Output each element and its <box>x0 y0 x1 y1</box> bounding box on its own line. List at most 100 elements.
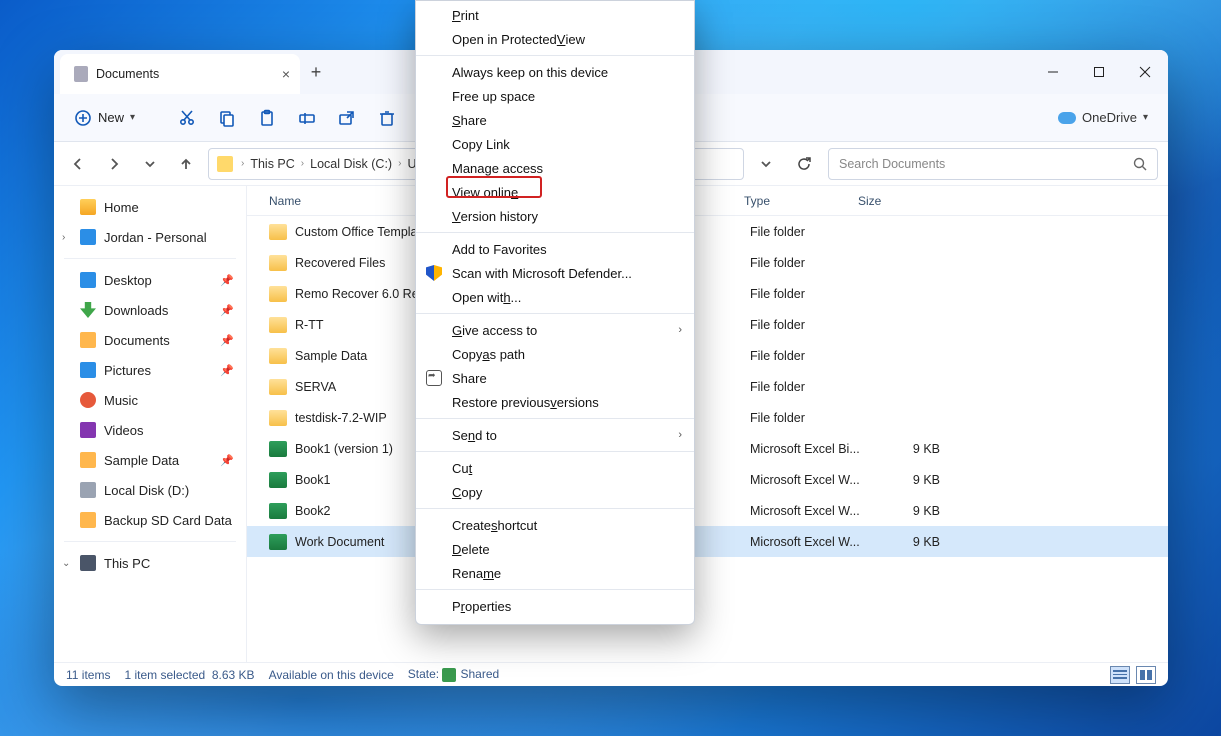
ctx-manage-access[interactable]: Manage access <box>416 156 694 180</box>
sidebar-sample-data[interactable]: Sample Data📌 <box>58 445 242 475</box>
new-tab-button[interactable]: + <box>300 50 332 94</box>
ctx-copy-path[interactable]: Copy as path <box>416 342 694 366</box>
shared-icon <box>442 668 456 682</box>
new-label: New <box>98 110 124 125</box>
ctx-send-to[interactable]: Send to› <box>416 423 694 447</box>
ctx-cut[interactable]: Cut <box>416 456 694 480</box>
sidebar-documents[interactable]: Documents📌 <box>58 325 242 355</box>
onedrive-button[interactable]: OneDrive ▾ <box>1050 110 1156 125</box>
forward-button[interactable] <box>100 150 128 178</box>
file-row[interactable]: Custom Office TemplatesFile folder <box>247 216 1168 247</box>
address-dropdown[interactable] <box>752 150 780 178</box>
document-icon <box>74 66 88 82</box>
minimize-button[interactable] <box>1030 50 1076 94</box>
status-available: Available on this device <box>269 668 394 682</box>
back-button[interactable] <box>64 150 92 178</box>
file-list[interactable]: Custom Office TemplatesFile folderRecove… <box>247 216 1168 662</box>
thumbnails-view-button[interactable] <box>1136 666 1156 684</box>
search-box[interactable]: Search Documents <box>828 148 1158 180</box>
divider <box>416 508 694 509</box>
copy-button[interactable] <box>209 102 245 134</box>
ctx-share2[interactable]: Share <box>416 366 694 390</box>
cut-button[interactable] <box>169 102 205 134</box>
delete-button[interactable] <box>369 102 405 134</box>
divider <box>416 55 694 56</box>
close-window-button[interactable] <box>1122 50 1168 94</box>
sidebar-backup[interactable]: Backup SD Card Data <box>58 505 242 535</box>
tab-close-button[interactable]: × <box>282 66 290 82</box>
ctx-restore-versions[interactable]: Restore previous versions <box>416 390 694 414</box>
col-type[interactable]: Type <box>744 194 858 208</box>
share-button[interactable] <box>329 102 365 134</box>
videos-icon <box>80 422 96 438</box>
ctx-copy[interactable]: Copy <box>416 480 694 504</box>
file-type: File folder <box>750 287 864 301</box>
sidebar-thispc[interactable]: ⌄This PC <box>58 548 242 578</box>
refresh-button[interactable] <box>788 148 820 180</box>
sidebar-home[interactable]: Home <box>58 192 242 222</box>
ctx-add-favorites[interactable]: Add to Favorites <box>416 237 694 261</box>
ctx-keep-device[interactable]: Always keep on this device <box>416 60 694 84</box>
excel-icon <box>269 472 287 488</box>
pin-icon: 📌 <box>220 274 234 287</box>
ctx-create-shortcut[interactable]: Create shortcut <box>416 513 694 537</box>
sidebar-drive-d[interactable]: Local Disk (D:) <box>58 475 242 505</box>
crumb-thispc[interactable]: This PC <box>250 157 294 171</box>
file-row[interactable]: SERVAFile folder <box>247 371 1168 402</box>
ctx-give-access[interactable]: Give access to› <box>416 318 694 342</box>
sidebar-music[interactable]: Music <box>58 385 242 415</box>
file-size: 9 KB <box>864 442 940 456</box>
maximize-button[interactable] <box>1076 50 1122 94</box>
ctx-share[interactable]: Share <box>416 108 694 132</box>
sidebar-desktop[interactable]: Desktop📌 <box>58 265 242 295</box>
sidebar-onedrive-personal[interactable]: ›Jordan - Personal <box>58 222 242 252</box>
ctx-version-history[interactable]: Version history <box>416 204 694 228</box>
ctx-properties[interactable]: Properties <box>416 594 694 618</box>
context-menu: Print Open in Protected View Always keep… <box>415 0 695 625</box>
file-row[interactable]: Book2Microsoft Excel W...9 KB <box>247 495 1168 526</box>
sidebar-downloads[interactable]: Downloads📌 <box>58 295 242 325</box>
chevron-down-icon[interactable]: ⌄ <box>62 558 70 569</box>
ctx-copy-link[interactable]: Copy Link <box>416 132 694 156</box>
file-type: File folder <box>750 380 864 394</box>
ctx-scan-defender[interactable]: Scan with Microsoft Defender... <box>416 261 694 285</box>
tab-documents[interactable]: Documents × <box>60 54 300 94</box>
ctx-print[interactable]: Print <box>416 3 694 27</box>
folder-icon <box>217 156 233 172</box>
file-row[interactable]: Work Document6/3/2023 3:20 PMMicrosoft E… <box>247 526 1168 557</box>
col-size[interactable]: Size <box>858 194 934 208</box>
home-icon <box>80 199 96 215</box>
onedrive-label: OneDrive <box>1082 110 1137 125</box>
ctx-protected-view[interactable]: Open in Protected View <box>416 27 694 51</box>
sidebar-videos[interactable]: Videos <box>58 415 242 445</box>
new-button[interactable]: New ▾ <box>66 102 143 134</box>
file-row[interactable]: R-TTFile folder <box>247 309 1168 340</box>
file-row[interactable]: Remo Recover 6.0 RecoveFile folder <box>247 278 1168 309</box>
file-row[interactable]: Sample DataFile folder <box>247 340 1168 371</box>
file-row[interactable]: Book1Microsoft Excel W...9 KB <box>247 464 1168 495</box>
ctx-free-space[interactable]: Free up space <box>416 84 694 108</box>
details-view-button[interactable] <box>1110 666 1130 684</box>
ctx-view-online[interactable]: View online <box>416 180 694 204</box>
crumb-drive[interactable]: Local Disk (C:) <box>310 157 392 171</box>
status-state: State: Shared <box>408 667 499 682</box>
file-row[interactable]: Book1 (version 1)Microsoft Excel Bi...9 … <box>247 433 1168 464</box>
recent-dropdown[interactable] <box>136 150 164 178</box>
ctx-delete[interactable]: Delete <box>416 537 694 561</box>
paste-button[interactable] <box>249 102 285 134</box>
sidebar-pictures[interactable]: Pictures📌 <box>58 355 242 385</box>
cloud-icon <box>80 229 96 245</box>
status-selected: 1 item selected 8.63 KB <box>124 668 254 682</box>
file-row[interactable]: Recovered FilesFile folder <box>247 247 1168 278</box>
rename-button[interactable] <box>289 102 325 134</box>
pc-icon <box>80 555 96 571</box>
ctx-open-with[interactable]: Open with... <box>416 285 694 309</box>
up-button[interactable] <box>172 150 200 178</box>
share-icon <box>426 370 442 386</box>
chevron-right-icon[interactable]: › <box>62 232 65 243</box>
cloud-icon <box>1058 112 1076 124</box>
file-row[interactable]: testdisk-7.2-WIPFile folder <box>247 402 1168 433</box>
ctx-rename[interactable]: Rename <box>416 561 694 585</box>
excel-icon <box>269 441 287 457</box>
file-pane: Name˄ Type Size Custom Office TemplatesF… <box>247 186 1168 662</box>
